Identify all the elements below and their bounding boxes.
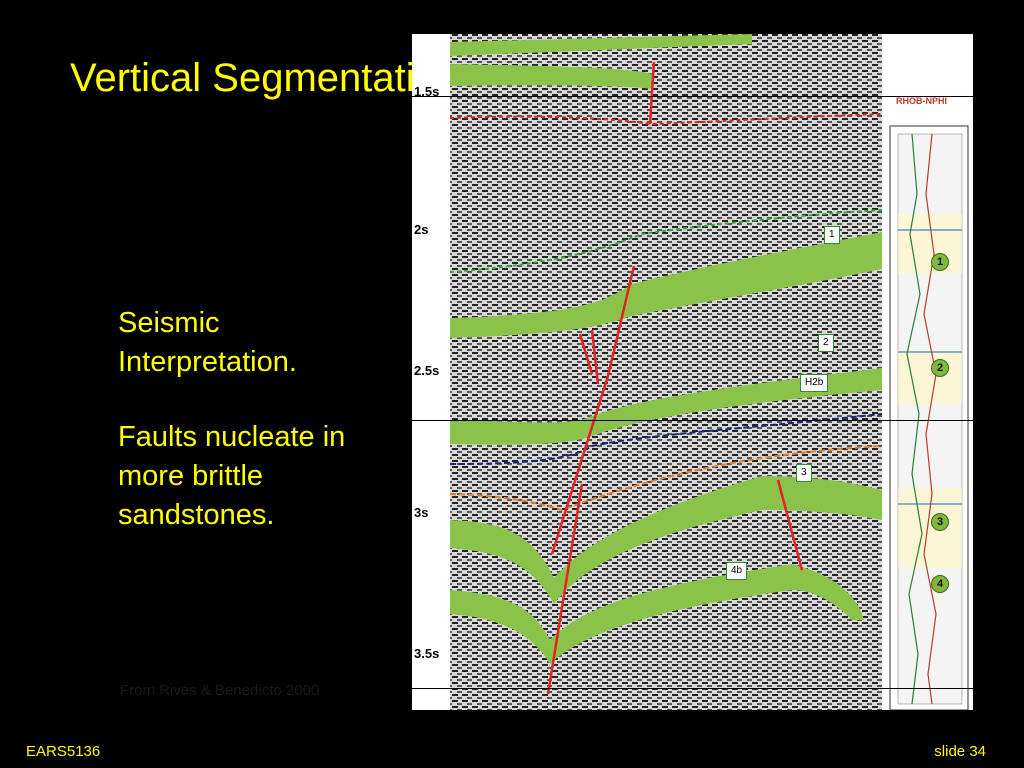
seismic-section-image — [412, 34, 973, 710]
zone-marker-3: 3 — [931, 513, 949, 531]
bullet-faults-nucleate: Faults nucleate in more brittle sandston… — [118, 421, 346, 531]
horizon-tag-h2b: H2b — [800, 374, 829, 392]
guide-line-top — [412, 96, 973, 97]
zone-marker-4: 4 — [931, 575, 949, 593]
time-label-3-5s: 3.5s — [414, 646, 440, 661]
bullet-seismic-interpretation: Seismic Interpretation. — [118, 307, 297, 378]
seismic-figure: 1.5s 2s 2.5s 3s 3.5s 1 2 H2b 3 4b RHOB-N… — [412, 34, 973, 710]
horizon-tag-4b: 4b — [726, 562, 748, 580]
figure-caption: From Rives & Benedicto 2000 — [120, 682, 320, 699]
zone-marker-1: 1 — [931, 253, 949, 271]
horizon-tag-2: 2 — [818, 334, 834, 352]
course-code: EARS5136 — [26, 743, 101, 760]
slide-title: Vertical Segmentation — [70, 56, 459, 100]
time-label-2-5s: 2.5s — [414, 363, 440, 378]
zone-marker-2: 2 — [931, 359, 949, 377]
title-line: Vertical Segmentation — [70, 56, 460, 100]
guide-line-middle — [412, 420, 973, 421]
time-label-3s: 3s — [414, 505, 429, 520]
horizon-tag-1: 1 — [824, 226, 840, 244]
horizon-tag-3: 3 — [796, 464, 812, 482]
well-log-header: RHOB-NPHI — [896, 96, 947, 106]
time-label-2s: 2s — [414, 222, 429, 237]
guide-line-bottom — [412, 688, 973, 689]
slide-number: slide 34 — [934, 743, 986, 760]
